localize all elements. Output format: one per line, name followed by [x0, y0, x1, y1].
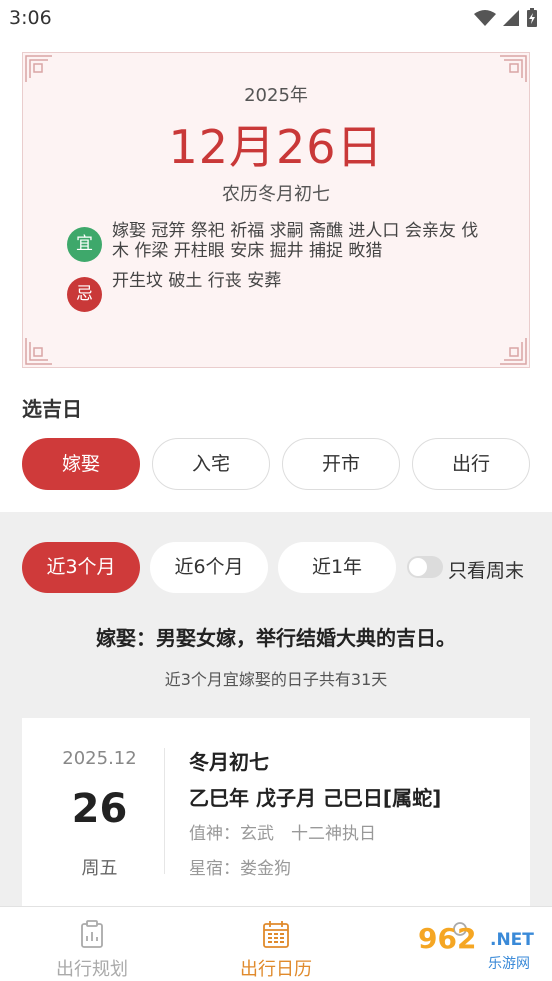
- result-count: 近3个月宜嫁娶的日子共有31天: [164, 670, 388, 689]
- section-title: 选吉日: [22, 397, 82, 421]
- result-xingsu: 星宿：娄金狗: [189, 859, 291, 879]
- result-month: 2025.12: [62, 748, 137, 769]
- nav-label: 出行规划: [56, 959, 128, 980]
- range-tab-1-year[interactable]: 近1年: [278, 542, 396, 593]
- category-description: 嫁娶：男娶女嫁，举行结婚大典的吉日。: [96, 626, 456, 650]
- result-day-number: 26: [71, 786, 128, 832]
- yi-badge: 宜: [67, 227, 102, 262]
- weekend-only-toggle[interactable]: [407, 556, 443, 578]
- battery-charging-icon: [527, 8, 537, 27]
- watermark-logo: 962 .NET 乐游网: [412, 922, 548, 974]
- signal-icon: [503, 10, 519, 26]
- ji-badge: 忌: [67, 277, 102, 312]
- nav-item-travel-calendar[interactable]: 出行日历: [184, 907, 368, 981]
- range-tab-6-months[interactable]: 近6个月: [150, 542, 268, 593]
- corner-ornament-icon: [500, 338, 527, 365]
- clipboard-icon: [81, 920, 103, 948]
- range-tab-3-months[interactable]: 近3个月: [22, 542, 140, 593]
- result-day-card[interactable]: 2025.12 26 周五 冬月初七 乙巳年 戊子月 己巳日[属蛇] 值神：玄武…: [22, 718, 530, 918]
- toggle-knob: [409, 558, 427, 576]
- wifi-icon: [474, 10, 496, 26]
- corner-ornament-icon: [25, 55, 52, 82]
- corner-ornament-icon: [500, 55, 527, 82]
- calendar-lunar-date: 农历冬月初七: [222, 184, 330, 205]
- watermark-brand: 962: [418, 922, 477, 955]
- nav-item-trip-planning[interactable]: 出行规划: [0, 907, 184, 981]
- divider: [164, 748, 165, 874]
- yi-activities: 嫁娶 冠笄 祭祀 祈福 求嗣 斋醮 进人口 会亲友 伐木 作梁 开柱眼 安床 掘…: [112, 221, 479, 261]
- weekend-only-label: 只看周末: [448, 560, 525, 582]
- category-tab-move-in[interactable]: 入宅: [152, 438, 270, 490]
- status-time: 3:06: [9, 7, 52, 29]
- calendar-year: 2025年: [244, 85, 308, 106]
- ji-activities: 开生坟 破土 行丧 安葬: [112, 271, 282, 291]
- watermark-suffix: .NET: [490, 930, 534, 950]
- calendar-date: 12月26日: [168, 120, 384, 174]
- result-lunar-date: 冬月初七: [189, 750, 269, 774]
- nav-label: 出行日历: [240, 959, 312, 980]
- result-ganzhi: 乙巳年 戊子月 己巳日[属蛇]: [189, 786, 442, 810]
- status-bar: 3:06: [0, 0, 552, 36]
- calendar-icon: [263, 921, 289, 948]
- category-tab-travel[interactable]: 出行: [412, 438, 530, 490]
- result-zhishen: 值神：玄武 十二神执日: [189, 824, 376, 844]
- status-icons: [474, 8, 538, 28]
- result-weekday: 周五: [81, 858, 118, 879]
- category-tab-marriage[interactable]: 嫁娶: [22, 438, 140, 490]
- watermark-sub: 乐游网: [488, 956, 530, 972]
- calendar-card: 2025年 12月26日 农历冬月初七 宜 嫁娶 冠笄 祭祀 祈福 求嗣 斋醮 …: [22, 52, 530, 368]
- category-tab-open-business[interactable]: 开市: [282, 438, 400, 490]
- corner-ornament-icon: [25, 338, 52, 365]
